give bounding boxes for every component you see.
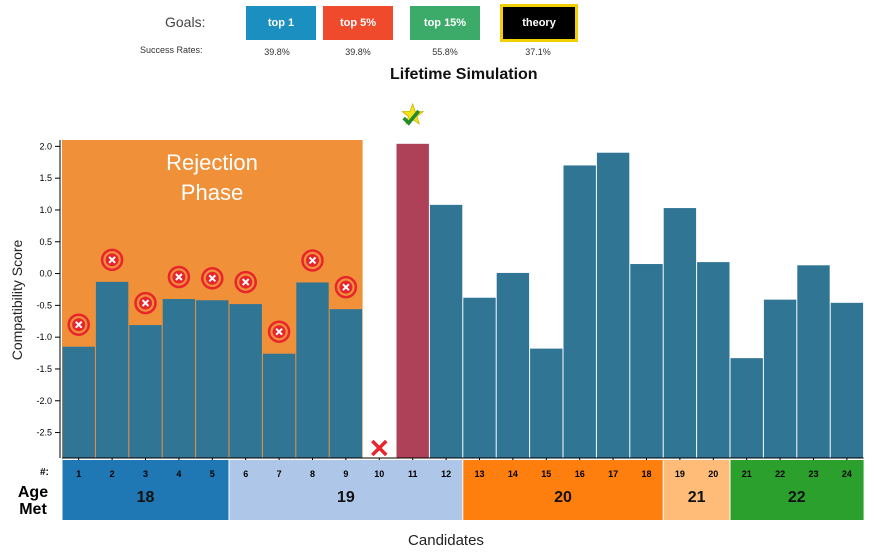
x-tick-label: 7 <box>277 469 282 479</box>
candidate-row-label: #: <box>40 467 49 478</box>
age-group-label: 19 <box>337 489 355 506</box>
bar-chart: Rejection Phase 2.0 1.5 1.0 0.5 0.0 -0.5 -1.0 -1.… <box>9 102 864 549</box>
bar-candidate-18 <box>630 264 663 458</box>
skipped-marker <box>371 439 388 457</box>
bar-candidate-13 <box>463 297 496 458</box>
x-tick-label: 5 <box>210 469 215 479</box>
age-row-label: Age <box>18 484 48 501</box>
bar-candidate-17 <box>596 152 630 458</box>
y-tick-label: -0.5 <box>36 300 52 310</box>
age-group-label: 18 <box>137 489 155 506</box>
y-tick-label: -1.5 <box>36 364 52 374</box>
age-group-label: 20 <box>554 489 572 506</box>
bar-candidate-14 <box>496 272 530 458</box>
bar-candidate-6 <box>229 304 262 458</box>
bar-candidate-15 <box>530 348 563 458</box>
x-tick-label: 6 <box>243 469 248 479</box>
bar-candidate-12 <box>429 204 463 458</box>
x-tick-label: 10 <box>374 469 384 479</box>
age-group-label: 21 <box>688 489 706 506</box>
y-tick-label: -2.5 <box>36 428 52 438</box>
x-tick-label: 14 <box>508 469 518 479</box>
x-tick-label: 16 <box>575 469 585 479</box>
x-tick-label: 24 <box>842 469 852 479</box>
x-tick-label: 20 <box>708 469 718 479</box>
bar-candidate-2 <box>95 281 129 458</box>
x-tick-label: 12 <box>441 469 451 479</box>
x-tick-label: 17 <box>608 469 618 479</box>
x-tick-label: 9 <box>343 469 348 479</box>
x-tick-label: 13 <box>474 469 484 479</box>
x-tick-label: 21 <box>742 469 752 479</box>
y-tick-label: 1.0 <box>39 205 52 215</box>
rejection-phase-label: Phase <box>181 180 243 205</box>
y-axis-label: Compatibility Score <box>9 239 25 360</box>
bar-candidate-8 <box>296 282 329 458</box>
y-tick-label: 1.5 <box>39 173 52 183</box>
y-tick-label: 2.0 <box>39 141 52 151</box>
x-tick-label: 3 <box>143 469 148 479</box>
bar-candidate-20 <box>697 262 730 458</box>
bar-candidate-3 <box>129 325 162 458</box>
x-tick-label: 8 <box>310 469 315 479</box>
x-tick-label: 19 <box>675 469 685 479</box>
bar-candidate-5 <box>196 300 229 458</box>
bar-candidate-22 <box>763 299 797 458</box>
x-tick-label: 4 <box>176 469 181 479</box>
bar-candidate-4 <box>162 299 196 458</box>
x-axis-label: Candidates <box>408 532 484 549</box>
bar-candidate-21 <box>730 358 763 458</box>
bar-candidate-23 <box>797 265 830 458</box>
bar-candidate-1 <box>62 346 95 458</box>
y-tick-label: -2.0 <box>36 396 52 406</box>
rejection-phase-label: Rejection <box>166 150 258 175</box>
bar-candidate-19 <box>663 208 697 458</box>
bar-candidate-24 <box>830 302 864 458</box>
x-tick-label: 2 <box>110 469 115 479</box>
x-tick-label: 22 <box>775 469 785 479</box>
x-tick-label: 15 <box>541 469 551 479</box>
x-tick-label: 23 <box>808 469 818 479</box>
x-tick-label: 18 <box>641 469 651 479</box>
y-tick-label: 0.5 <box>39 237 52 247</box>
bar-candidate-9 <box>329 309 363 458</box>
bar-candidate-16 <box>563 165 596 458</box>
x-tick-label: 11 <box>408 469 418 479</box>
y-tick-label: 0.0 <box>39 269 52 279</box>
age-group-label: 22 <box>788 489 806 506</box>
y-tick-label: -1.0 <box>36 332 52 342</box>
bar-candidate-7 <box>262 353 296 458</box>
age-row-label: Met <box>19 501 47 518</box>
x-tick-label: 1 <box>76 469 81 479</box>
bar-candidate-11 <box>396 143 429 459</box>
